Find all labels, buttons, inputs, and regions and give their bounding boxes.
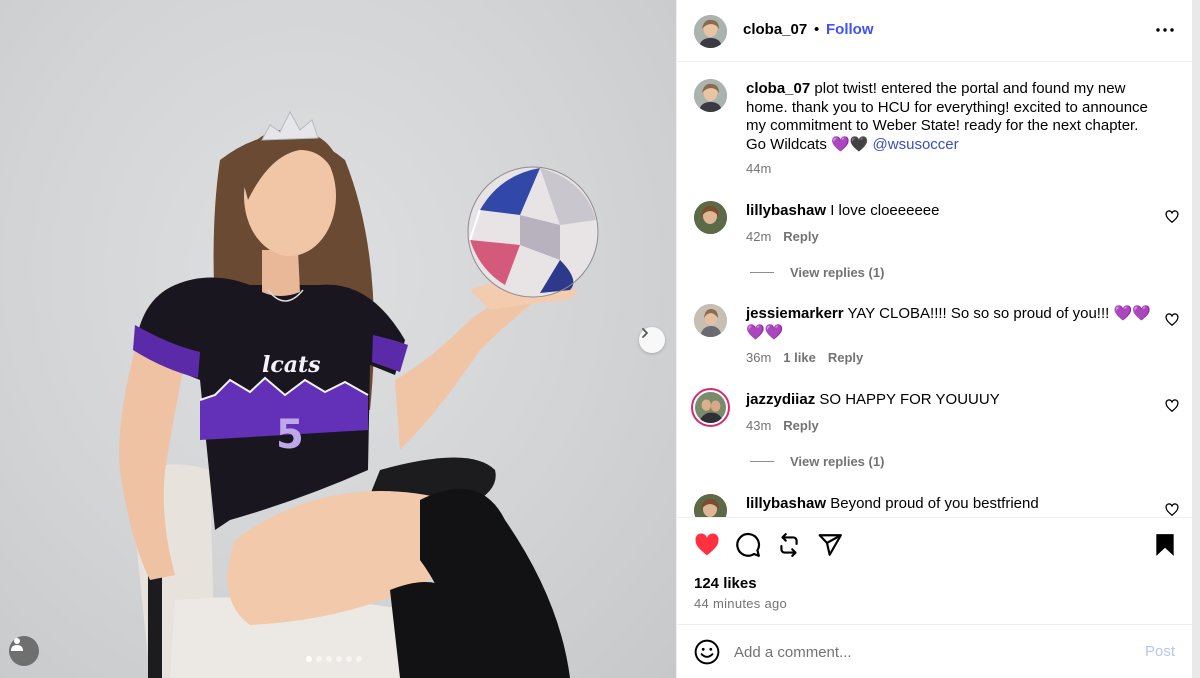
add-comment-bar: Post xyxy=(677,624,1193,678)
avatar-image xyxy=(694,201,727,234)
author-avatar[interactable] xyxy=(694,15,727,48)
comment-body: Beyond proud of you bestfriend xyxy=(830,495,1039,512)
comment-text: lillybashaw Beyond proud of you bestfrie… xyxy=(746,495,1153,514)
bookmark-filled-icon[interactable] xyxy=(1152,532,1178,558)
reply-button[interactable]: Reply xyxy=(828,350,863,365)
comment-text: jazzydiiaz SO HAPPY FOR YOUUUY xyxy=(746,391,1153,410)
comments-list[interactable]: cloba_07 plot twist! entered the portal … xyxy=(677,63,1193,517)
view-replies-button[interactable]: View replies (1) xyxy=(750,265,884,280)
avatar-image xyxy=(694,79,727,112)
comment-likes-count[interactable]: 1 like xyxy=(783,350,816,365)
avatar-image xyxy=(695,392,726,423)
comment-username[interactable]: lillybashaw xyxy=(746,495,826,512)
post-header: cloba_07 • Follow xyxy=(677,0,1193,62)
more-options-button[interactable] xyxy=(1154,19,1176,41)
author-username[interactable]: cloba_07 xyxy=(743,21,807,38)
replies-divider xyxy=(750,272,774,273)
svg-text:5: 5 xyxy=(276,412,304,458)
background-edge xyxy=(1192,0,1200,678)
comment-time[interactable]: 43m xyxy=(746,418,771,433)
comment-text: lillybashaw I love cloeeeeee xyxy=(746,202,1153,221)
separator-dot: • xyxy=(814,21,820,38)
comment-icon[interactable] xyxy=(735,532,761,558)
heart-outline-icon[interactable] xyxy=(1165,399,1179,413)
author-avatar[interactable] xyxy=(694,79,727,112)
comment-username[interactable]: jessiemarkerr xyxy=(746,305,844,322)
caption-username[interactable]: cloba_07 xyxy=(746,80,810,97)
post-photo: lcats 5 xyxy=(0,0,676,678)
comment-meta: 43m Reply xyxy=(746,418,819,433)
carousel-dot xyxy=(346,656,352,662)
commenter-avatar-story[interactable] xyxy=(691,388,730,427)
view-replies-label: View replies (1) xyxy=(790,454,885,469)
comment-username[interactable]: lillybashaw xyxy=(746,202,826,219)
comment-meta: 42m Reply xyxy=(746,229,819,244)
svg-text:lcats: lcats xyxy=(262,352,321,378)
carousel-dot xyxy=(356,656,362,662)
repost-icon[interactable] xyxy=(776,532,802,558)
carousel-dot xyxy=(326,656,332,662)
caption-mention-link[interactable]: @wsusoccer xyxy=(873,136,959,153)
commenter-avatar[interactable] xyxy=(694,201,727,234)
carousel-dot xyxy=(306,656,312,662)
post-actions: 124 likes 44 minutes ago xyxy=(677,517,1193,624)
likes-count[interactable]: 124 likes xyxy=(694,575,757,592)
avatar-image xyxy=(694,304,727,337)
comment-body: SO HAPPY FOR YOUUUY xyxy=(819,391,1000,408)
carousel-next-button[interactable] xyxy=(639,327,665,353)
smiley-icon[interactable] xyxy=(694,639,720,665)
caption-text: cloba_07 plot twist! entered the portal … xyxy=(746,80,1153,154)
commenter-avatar[interactable] xyxy=(694,494,727,517)
heart-outline-icon[interactable] xyxy=(1165,503,1179,517)
post-detail-panel: cloba_07 • Follow cloba_07 plot twist! e… xyxy=(676,0,1193,678)
carousel-indicator xyxy=(306,656,362,662)
comment-body: I love cloeeeeee xyxy=(830,202,940,219)
commenter-avatar[interactable] xyxy=(694,304,727,337)
chevron-right-icon xyxy=(642,328,648,338)
caption-meta: 44m xyxy=(746,161,771,176)
carousel-dot xyxy=(336,656,342,662)
player-photo-illustration: lcats 5 xyxy=(119,110,599,678)
reply-button[interactable]: Reply xyxy=(783,229,818,244)
comment-meta: 36m 1 like Reply xyxy=(746,350,863,365)
heart-filled-icon[interactable] xyxy=(694,532,720,558)
replies-divider xyxy=(750,461,774,462)
comment-username[interactable]: jazzydiiaz xyxy=(746,391,815,408)
post-comment-button[interactable]: Post xyxy=(1145,643,1175,660)
view-replies-label: View replies (1) xyxy=(790,265,885,280)
user-icon xyxy=(11,638,23,651)
caption-time[interactable]: 44m xyxy=(746,161,771,176)
avatar-image xyxy=(694,494,727,517)
comment-text: jessiemarkerr YAY CLOBA!!!! So so so pro… xyxy=(746,305,1153,342)
heart-outline-icon[interactable] xyxy=(1165,313,1179,327)
more-horizontal-icon xyxy=(1156,28,1174,32)
avatar-image xyxy=(694,15,727,48)
comment-time[interactable]: 36m xyxy=(746,350,771,365)
comment-time[interactable]: 42m xyxy=(746,229,771,244)
tagged-users-button[interactable] xyxy=(9,636,39,666)
comment-input[interactable] xyxy=(734,641,1114,663)
post-timestamp[interactable]: 44 minutes ago xyxy=(694,596,787,611)
follow-button[interactable]: Follow xyxy=(826,21,874,38)
carousel-dot xyxy=(316,656,322,662)
send-icon[interactable] xyxy=(817,532,843,558)
reply-button[interactable]: Reply xyxy=(783,418,818,433)
heart-outline-icon[interactable] xyxy=(1165,210,1179,224)
view-replies-button[interactable]: View replies (1) xyxy=(750,454,884,469)
